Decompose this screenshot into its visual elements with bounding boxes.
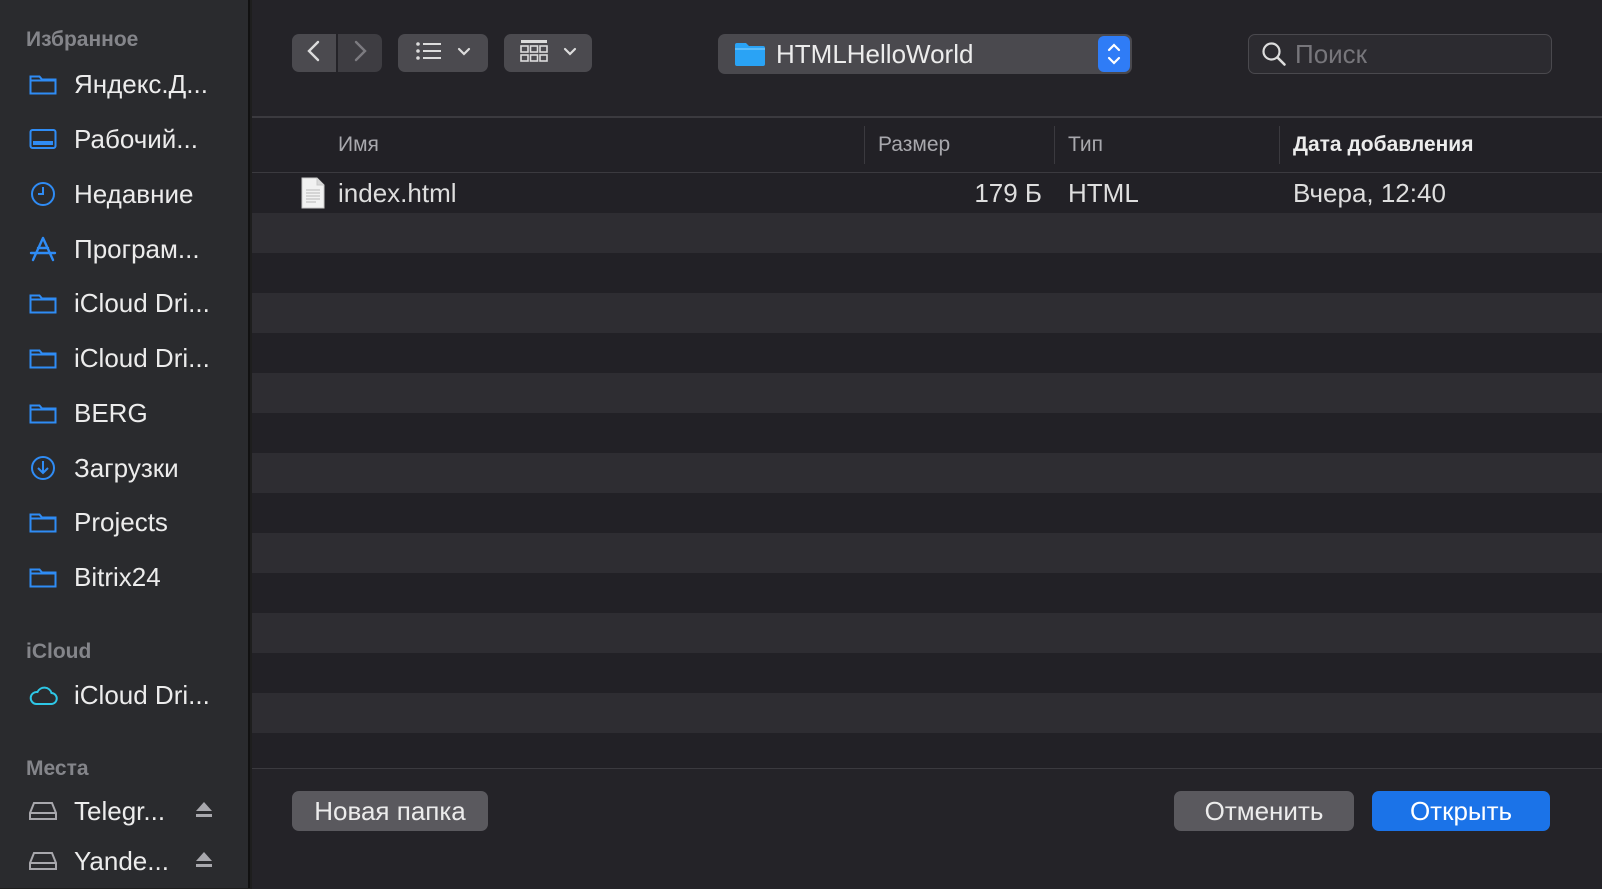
list-icon [415, 40, 443, 67]
column-size[interactable]: Размер [878, 118, 950, 172]
eject-icon[interactable] [194, 799, 214, 824]
file-list: index.html 179 Б HTML Вчера, 12:40 [252, 173, 1602, 767]
empty-row [252, 373, 1602, 413]
sidebar-item-telegram-volume[interactable]: Telegr... [18, 790, 238, 832]
icloud-section-title: iCloud [26, 640, 92, 663]
sidebar-item-projects[interactable]: Projects [18, 501, 238, 543]
file-browser: HTMLHelloWorld Имя Размер Тип Дата добав… [252, 0, 1602, 889]
document-icon [300, 173, 326, 213]
search-field[interactable] [1248, 34, 1552, 74]
empty-row [252, 493, 1602, 533]
empty-row [252, 613, 1602, 653]
empty-row [252, 693, 1602, 733]
path-popup[interactable]: HTMLHelloWorld [718, 34, 1132, 74]
empty-row [252, 253, 1602, 293]
chevron-down-icon [457, 44, 471, 62]
empty-row [252, 413, 1602, 453]
clock-icon [28, 179, 58, 209]
empty-row [252, 733, 1602, 767]
column-type[interactable]: Тип [1068, 118, 1103, 172]
sidebar-item-label: iCloud Dri... [74, 342, 210, 373]
empty-row [252, 293, 1602, 333]
sidebar-item-icloud-drive[interactable]: iCloud Dri... [18, 674, 238, 716]
sidebar-item-berg[interactable]: BERG [18, 392, 238, 434]
column-separator[interactable] [1279, 126, 1280, 164]
folder-icon [734, 41, 766, 67]
folder-icon [28, 69, 58, 99]
chevron-right-icon [352, 39, 368, 68]
sidebar-item-label: Загрузки [74, 452, 179, 483]
applications-icon [28, 234, 58, 264]
empty-row [252, 213, 1602, 253]
download-icon [28, 453, 58, 483]
sidebar-item-label: iCloud Dri... [74, 287, 210, 318]
sidebar-item-downloads[interactable]: Загрузки [18, 447, 238, 489]
cancel-button[interactable]: Отменить [1174, 791, 1354, 831]
sidebar-item-label: Програм... [74, 233, 200, 264]
column-header: Имя Размер Тип Дата добавления [252, 118, 1602, 173]
empty-row [252, 653, 1602, 693]
sidebar-item-label: Projects [74, 506, 168, 537]
sidebar-item-bitrix24[interactable]: Bitrix24 [18, 556, 238, 598]
column-name[interactable]: Имя [338, 118, 379, 172]
path-label: HTMLHelloWorld [776, 38, 974, 69]
folder-icon [28, 398, 58, 428]
sidebar-item-recents[interactable]: Недавние [18, 173, 238, 215]
list-view-button[interactable] [398, 34, 488, 72]
file-size: 179 Б [974, 177, 1042, 208]
dialog-footer: Новая папка Отменить Открыть [252, 768, 1602, 889]
empty-row [252, 333, 1602, 373]
search-icon [1261, 41, 1287, 67]
sidebar-item-label: Недавние [74, 178, 194, 209]
sidebar-item-icloud-drive-2[interactable]: iCloud Dri... [18, 337, 238, 379]
folder-icon [28, 343, 58, 373]
folder-icon [28, 562, 58, 592]
file-date: Вчера, 12:40 [1293, 177, 1446, 208]
places-section-title: Места [26, 757, 89, 780]
column-date-added[interactable]: Дата добавления [1293, 118, 1473, 172]
empty-row [252, 573, 1602, 613]
sidebar: Избранное Яндекс.Д... Рабочий... Недавни… [0, 0, 250, 888]
cloud-icon [28, 680, 58, 710]
sidebar-item-icloud-drive-1[interactable]: iCloud Dri... [18, 282, 238, 324]
sidebar-item-label: Яндекс.Д... [74, 68, 208, 99]
toolbar: HTMLHelloWorld [252, 0, 1602, 118]
stepper-icon [1098, 36, 1130, 72]
gallery-view-button[interactable] [504, 34, 592, 72]
column-separator[interactable] [1054, 126, 1055, 164]
drive-icon [28, 796, 58, 826]
table-row[interactable]: index.html 179 Б HTML Вчера, 12:40 [252, 173, 1602, 213]
sidebar-item-yandex-disk[interactable]: Яндекс.Д... [18, 63, 238, 105]
column-separator[interactable] [864, 126, 865, 164]
sidebar-item-label: BERG [74, 397, 148, 428]
sidebar-item-label: Telegr... [74, 795, 166, 826]
chevron-down-icon [563, 44, 577, 62]
desktop-icon [28, 124, 58, 154]
sidebar-item-label: Yande... [74, 845, 169, 876]
sidebar-item-label: Bitrix24 [74, 561, 161, 592]
favorites-section-title: Избранное [26, 28, 139, 51]
sidebar-item-yandex-volume[interactable]: Yande... [18, 840, 238, 882]
folder-icon [28, 288, 58, 318]
eject-icon[interactable] [194, 849, 214, 874]
open-button[interactable]: Открыть [1372, 791, 1550, 831]
back-button[interactable] [292, 34, 336, 72]
empty-row [252, 453, 1602, 493]
sidebar-item-label: iCloud Dri... [74, 679, 210, 710]
folder-icon [28, 507, 58, 537]
sidebar-item-desktop[interactable]: Рабочий... [18, 118, 238, 160]
forward-button[interactable] [338, 34, 382, 72]
new-folder-button[interactable]: Новая папка [292, 791, 488, 831]
sidebar-item-applications[interactable]: Програм... [18, 228, 238, 270]
chevron-left-icon [306, 39, 322, 68]
search-input[interactable] [1293, 37, 1537, 71]
file-name: index.html [338, 177, 457, 208]
sidebar-item-label: Рабочий... [74, 123, 198, 154]
grid-icon [519, 39, 549, 68]
file-type: HTML [1068, 177, 1139, 208]
drive-icon [28, 846, 58, 876]
empty-row [252, 533, 1602, 573]
